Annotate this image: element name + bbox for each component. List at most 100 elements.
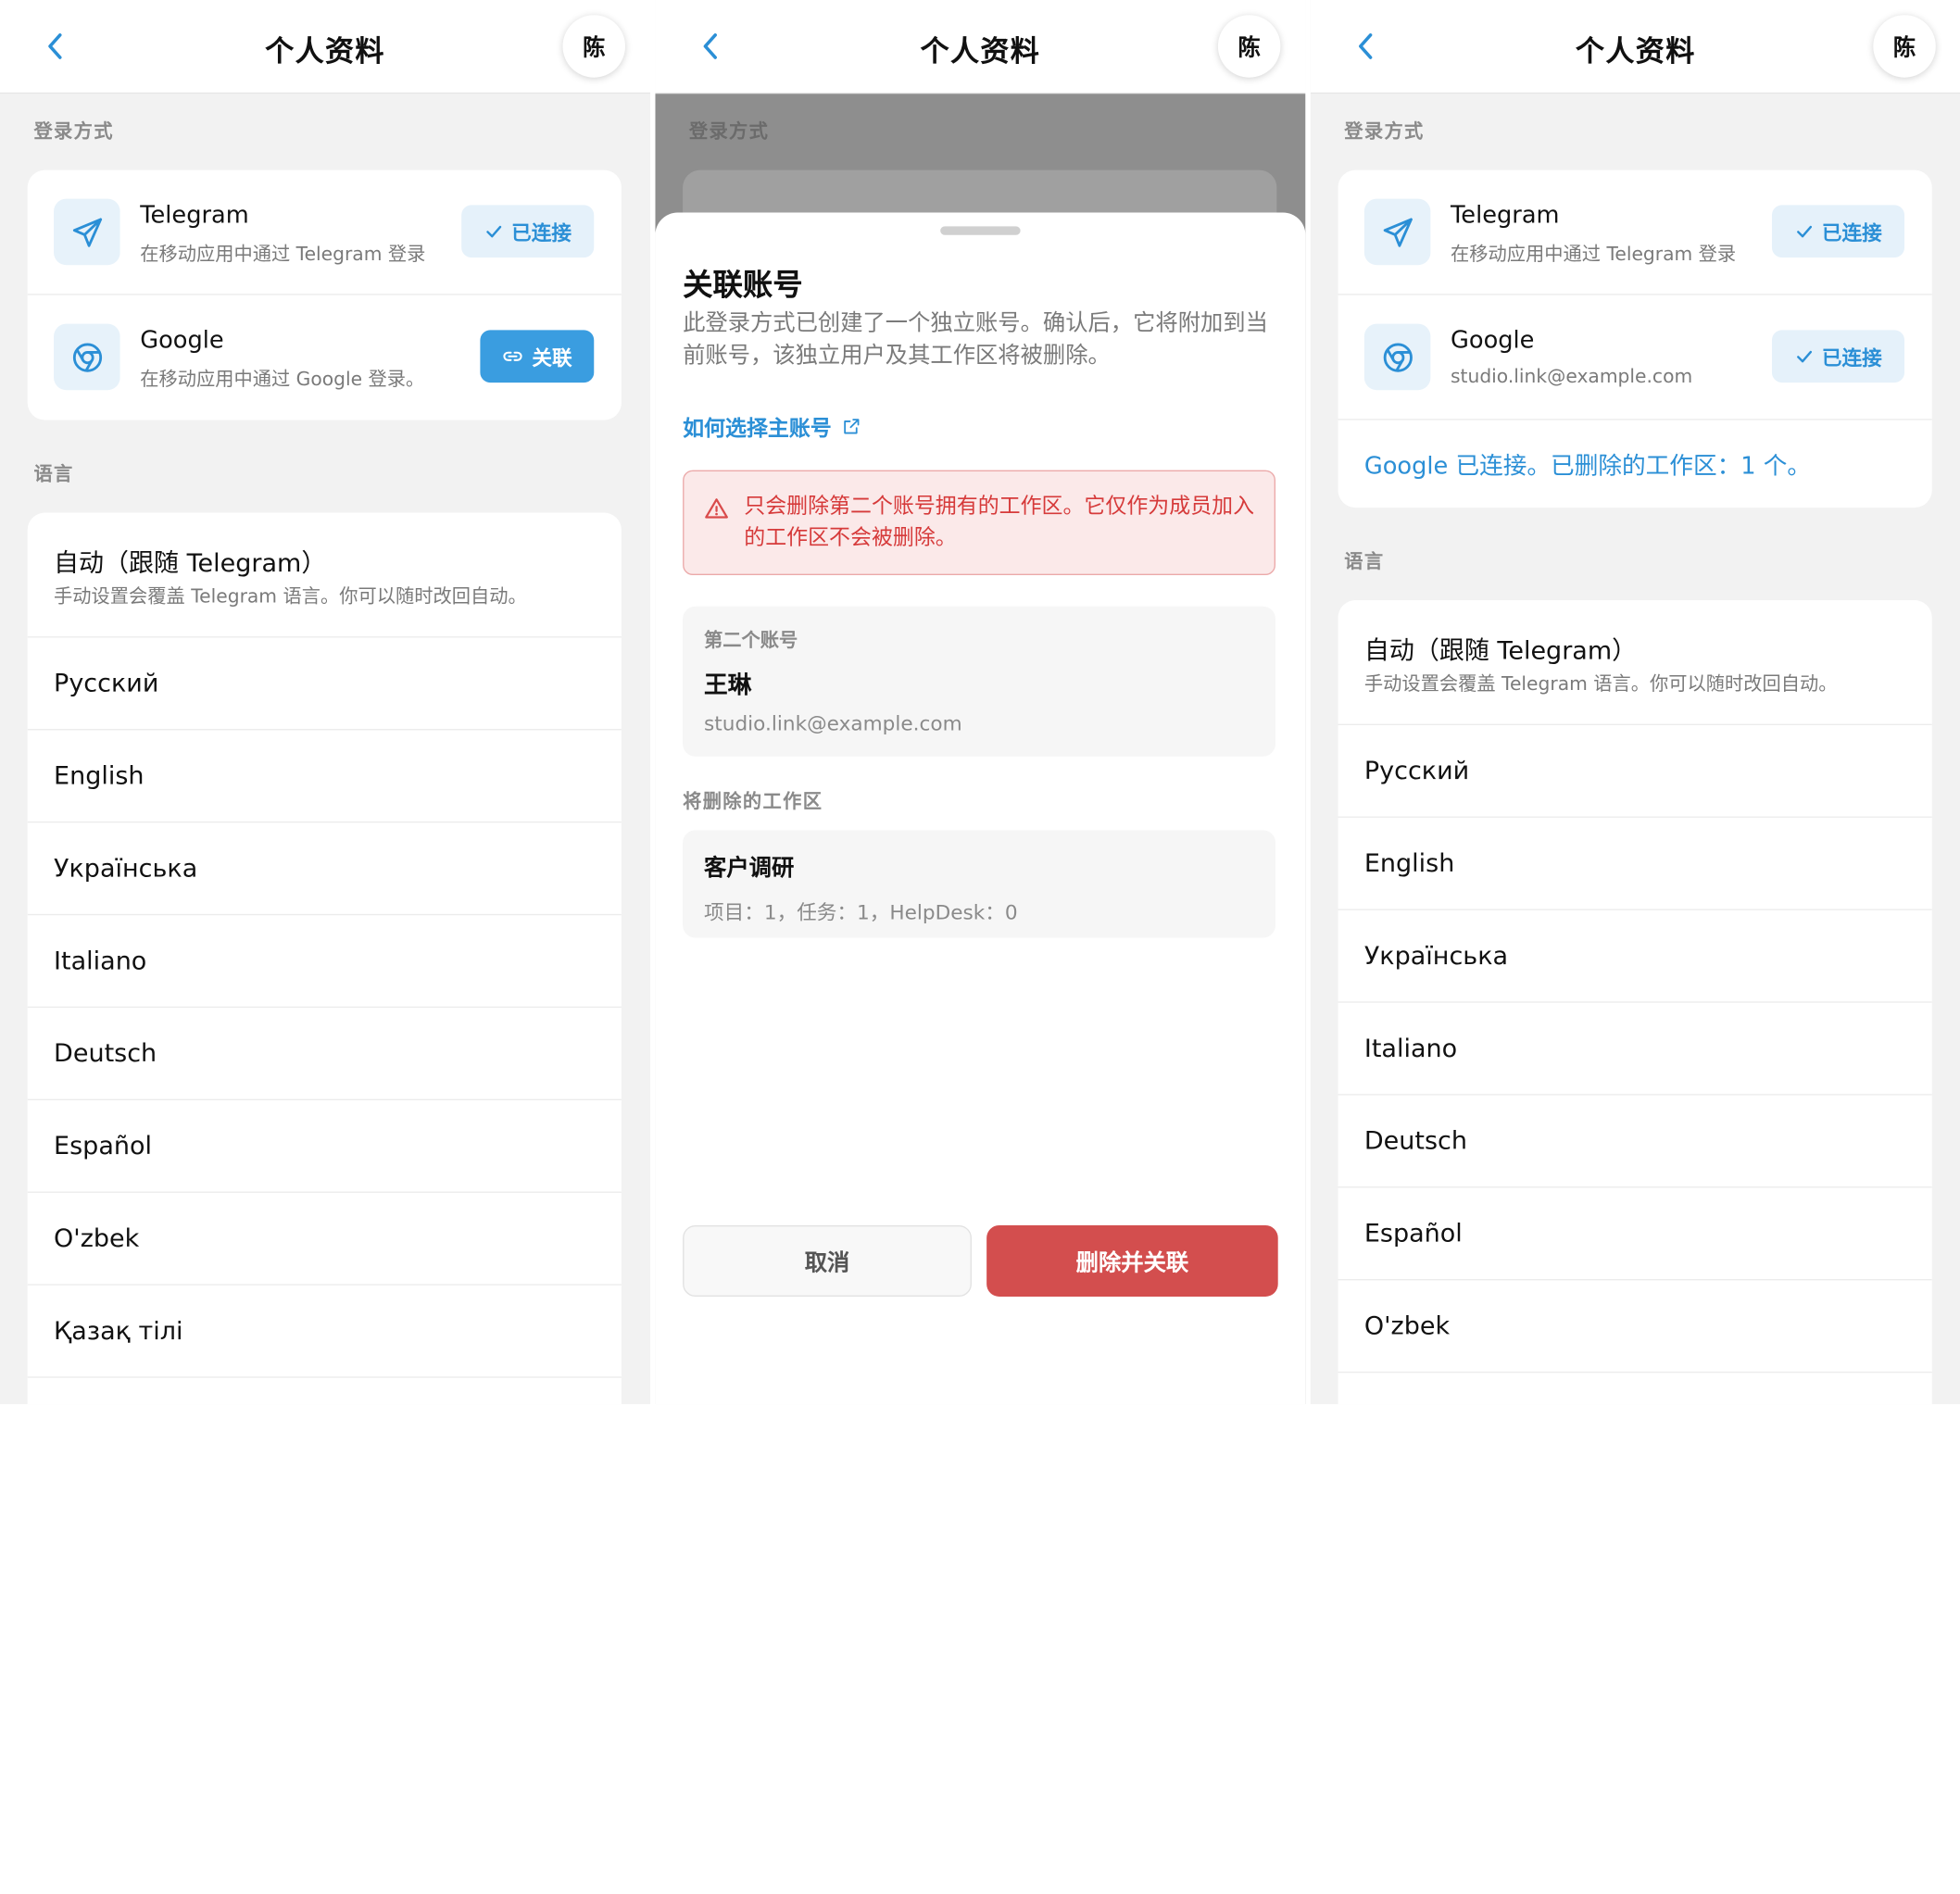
sheet-grabber[interactable] (940, 226, 1021, 235)
login-methods-card: Telegram 在移动应用中通过 Telegram 登录 已连接 Google… (1338, 169, 1932, 508)
profile-screen-before: 个人资料 陈 登录方式 Telegram 在移动应用中通过 Telegram 登… (0, 0, 650, 1405)
language-option-ukrainian[interactable]: Українська (1338, 910, 1932, 1003)
language-auto-title: 自动（跟随 Telegram） (1363, 634, 1638, 666)
language-option-more[interactable] (28, 1378, 622, 1404)
language-option-label: Deutsch (54, 1037, 157, 1068)
link-icon (504, 351, 523, 361)
avatar[interactable]: 陈 (1217, 15, 1281, 78)
language-option-more[interactable] (1338, 1373, 1932, 1404)
telegram-description: 在移动应用中通过 Telegram 登录 (1451, 242, 1737, 266)
warning-banner: 只会删除第二个账号拥有的工作区。它仅作为成员加入的工作区不会被删除。 (683, 470, 1275, 575)
language-card: 自动（跟随 Telegram） 手动设置会覆盖 Telegram 语言。你可以随… (27, 512, 622, 1405)
language-option-label: Español (54, 1130, 153, 1160)
language-option-russian[interactable]: Русский (1338, 725, 1932, 818)
language-option-label: Українська (54, 852, 198, 884)
language-heading: 语言 (33, 462, 74, 485)
language-option-russian[interactable]: Русский (27, 638, 622, 731)
language-option-english[interactable]: English (27, 730, 622, 823)
language-option-english[interactable]: English (1338, 818, 1932, 910)
second-account-label: 第二个账号 (704, 629, 798, 652)
cancel-button[interactable]: 取消 (683, 1225, 972, 1297)
top-bar: 个人资料 陈 (655, 0, 1306, 94)
language-auto-subtitle: 手动设置会覆盖 Telegram 语言。你可以随时改回自动。 (54, 584, 527, 608)
language-option-italian[interactable]: Italiano (27, 915, 622, 1009)
delete-and-link-button[interactable]: 删除并关联 (986, 1225, 1278, 1297)
language-option-spanish[interactable]: Español (27, 1100, 622, 1193)
avatar[interactable]: 陈 (1873, 15, 1936, 78)
language-option-label: Italiano (54, 945, 147, 975)
telegram-login-row: Telegram 在移动应用中通过 Telegram 登录 已连接 (1338, 170, 1932, 295)
google-link-button[interactable]: 关联 (480, 330, 595, 383)
language-heading: 语言 (1344, 550, 1385, 573)
help-link[interactable]: 如何选择主账号 (683, 410, 861, 442)
workspace-stats: 项目：1，任务：1，HelpDesk：0 (704, 900, 1018, 924)
link-account-screen: 个人资料 陈 登录方式 关联账号 此登录方式已创建了一个独立账号。确认后，它将附… (655, 0, 1306, 1405)
top-bar: 个人资料 陈 (1310, 0, 1960, 94)
telegram-login-row: Telegram 在移动应用中通过 Telegram 登录 已连接 (27, 170, 622, 295)
link-account-sheet: 关联账号 此登录方式已创建了一个独立账号。确认后，它将附加到当前账号，该独立用户… (655, 212, 1306, 1405)
avatar[interactable]: 陈 (562, 15, 625, 78)
second-account-card: 第二个账号 王琳 studio.link@example.com (683, 606, 1275, 757)
language-option-label: Deutsch (1363, 1125, 1467, 1156)
sheet-description: 此登录方式已创建了一个独立账号。确认后，它将附加到当前账号，该独立用户及其工作区… (683, 309, 1268, 370)
external-link-icon (844, 418, 860, 433)
login-methods-heading-dimmed: 登录方式 (688, 119, 770, 143)
language-option-label: Italiano (1363, 1033, 1458, 1063)
profile-screen-after: 个人资料 陈 登录方式 Telegram 在移动应用中通过 Telegram 登… (1310, 0, 1960, 1405)
language-option-german[interactable]: Deutsch (27, 1008, 622, 1100)
second-account-name: 王琳 (704, 671, 752, 699)
telegram-connected-label: 已连接 (1821, 220, 1882, 245)
telegram-connected-label: 已连接 (511, 220, 572, 245)
language-option-auto[interactable]: 自动（跟随 Telegram） 手动设置会覆盖 Telegram 语言。你可以随… (1338, 600, 1932, 725)
telegram-icon (1363, 198, 1431, 266)
second-account-email: studio.link@example.com (704, 711, 962, 735)
check-icon (486, 225, 502, 238)
language-option-auto[interactable]: 自动（跟随 Telegram） 手动设置会覆盖 Telegram 语言。你可以随… (27, 513, 622, 638)
language-option-label: Українська (1363, 940, 1509, 971)
telegram-label: Telegram (140, 201, 249, 230)
check-icon (1797, 225, 1812, 238)
google-login-row: Google studio.link@example.com 已连接 (1338, 295, 1932, 420)
telegram-icon (54, 198, 120, 266)
language-option-italian[interactable]: Italiano (1338, 1003, 1932, 1096)
language-option-label: English (54, 759, 144, 791)
login-methods-heading: 登录方式 (33, 119, 114, 143)
workspace-card: 客户调研 项目：1，任务：1，HelpDesk：0 (683, 830, 1275, 938)
google-label: Google (140, 326, 224, 355)
sheet-title: 关联账号 (683, 267, 803, 303)
google-link-label: 关联 (532, 345, 572, 370)
language-option-spanish[interactable]: Español (1338, 1188, 1932, 1281)
language-auto-subtitle: 手动设置会覆盖 Telegram 语言。你可以随时改回自动。 (1363, 672, 1838, 696)
google-connected-button[interactable]: 已连接 (1771, 330, 1905, 383)
telegram-label: Telegram (1451, 201, 1560, 230)
language-option-label: Русский (54, 667, 159, 698)
telegram-description: 在移动应用中通过 Telegram 登录 (140, 242, 426, 266)
language-auto-title: 自动（跟随 Telegram） (54, 547, 327, 578)
connected-note-row: Google 已连接。已删除的工作区：1 个。 (1338, 420, 1932, 508)
connected-note: Google 已连接。已删除的工作区：1 个。 (1363, 452, 1812, 481)
language-option-label: Español (1363, 1217, 1463, 1248)
help-link-label: 如何选择主账号 (683, 416, 832, 442)
google-login-row: Google 在移动应用中通过 Google 登录。 关联 (28, 295, 622, 420)
language-option-german[interactable]: Deutsch (1338, 1096, 1932, 1188)
check-icon (1797, 350, 1812, 363)
top-bar: 个人资料 陈 (0, 0, 650, 94)
language-option-kazakh[interactable]: Қазақ тілі (27, 1286, 622, 1378)
google-description: 在移动应用中通过 Google 登录。 (140, 367, 425, 391)
language-option-label: Русский (1363, 755, 1470, 785)
page-title: 个人资料 (1576, 36, 1696, 69)
login-methods-card: Telegram 在移动应用中通过 Telegram 登录 已连接 Google… (27, 169, 622, 420)
login-methods-heading: 登录方式 (1344, 119, 1425, 143)
language-option-uzbek[interactable]: O'zbek (1338, 1280, 1932, 1373)
google-icon (1363, 323, 1431, 391)
google-email: studio.link@example.com (1451, 365, 1693, 388)
language-option-uzbek[interactable]: O'zbek (27, 1193, 622, 1286)
telegram-connected-button[interactable]: 已连接 (461, 205, 595, 258)
telegram-connected-button[interactable]: 已连接 (1771, 205, 1905, 258)
language-option-ukrainian[interactable]: Українська (27, 822, 622, 916)
language-option-label: O'zbek (1363, 1310, 1451, 1341)
page-title: 个人资料 (265, 36, 385, 69)
language-card: 自动（跟随 Telegram） 手动设置会覆盖 Telegram 语言。你可以随… (1338, 600, 1932, 1405)
language-option-label: Қазақ тілі (54, 1315, 183, 1346)
screens-container: 个人资料 陈 登录方式 Telegram 在移动应用中通过 Telegram 登… (0, 0, 1960, 1894)
